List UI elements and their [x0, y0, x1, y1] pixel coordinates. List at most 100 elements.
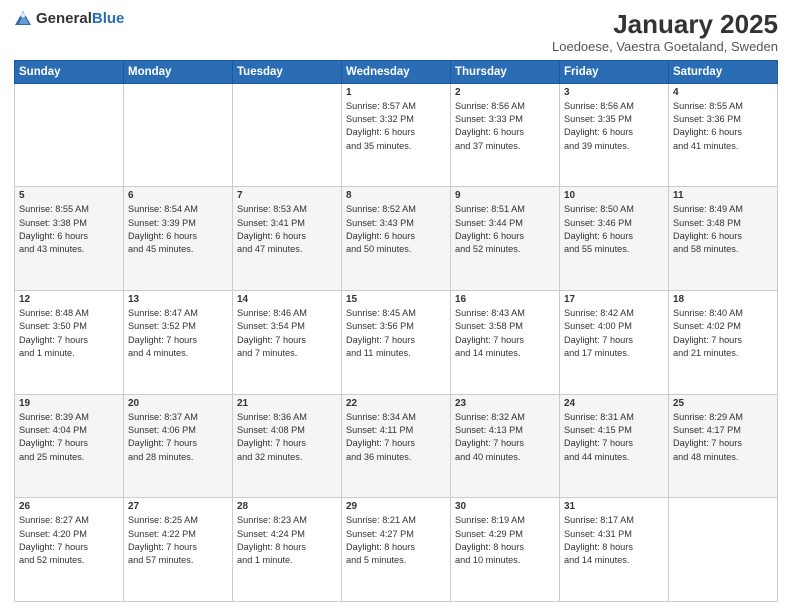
day-info: Sunrise: 8:54 AM Sunset: 3:39 PM Dayligh…	[128, 203, 228, 256]
calendar-cell: 21 Sunrise: 8:36 AM Sunset: 4:08 PM Dayli…	[233, 394, 342, 498]
day-info: Sunrise: 8:57 AM Sunset: 3:32 PM Dayligh…	[346, 100, 446, 153]
calendar-cell: 9 Sunrise: 8:51 AM Sunset: 3:44 PM Daylig…	[451, 187, 560, 291]
page: GeneralBlue January 2025 Loedoese, Vaest…	[0, 0, 792, 612]
day-info: Sunrise: 8:42 AM Sunset: 4:00 PM Dayligh…	[564, 307, 664, 360]
day-info: Sunrise: 8:17 AM Sunset: 4:31 PM Dayligh…	[564, 514, 664, 567]
day-info: Sunrise: 8:36 AM Sunset: 4:08 PM Dayligh…	[237, 411, 337, 464]
day-number: 25	[673, 398, 773, 409]
calendar-cell: 26Sunrise: 8:27 AM Sunset: 4:20 PM Dayli…	[15, 498, 124, 602]
day-info: Sunrise: 8:31 AM Sunset: 4:15 PM Dayligh…	[564, 411, 664, 464]
day-number: 19	[19, 398, 119, 409]
calendar-cell: 25Sunrise: 8:29 AM Sunset: 4:17 PM Dayli…	[669, 394, 778, 498]
calendar-cell	[15, 83, 124, 187]
page-title: January 2025	[552, 10, 778, 39]
calendar-cell: 27 Sunrise: 8:25 AM Sunset: 4:22 PM Dayli…	[124, 498, 233, 602]
calendar-cell: 14Sunrise: 8:46 AM Sunset: 3:54 PM Dayli…	[233, 290, 342, 394]
day-info: Sunrise: 8:47 AM Sunset: 3:52 PM Dayligh…	[128, 307, 228, 360]
day-number: 10	[564, 190, 664, 201]
day-info: Sunrise: 8:32 AM Sunset: 4:13 PM Dayligh…	[455, 411, 555, 464]
day-info: Sunrise: 8:37 AM Sunset: 4:06 PM Dayligh…	[128, 411, 228, 464]
calendar-cell: 7Sunrise: 8:53 AM Sunset: 3:41 PM Daylig…	[233, 187, 342, 291]
calendar-cell	[124, 83, 233, 187]
day-info: Sunrise: 8:51 AM Sunset: 3:44 PM Dayligh…	[455, 203, 555, 256]
day-number: 1	[346, 87, 446, 98]
logo-general: General	[36, 10, 92, 27]
calendar-day-header: Tuesday	[233, 60, 342, 83]
day-number: 22	[346, 398, 446, 409]
day-info: Sunrise: 8:19 AM Sunset: 4:29 PM Dayligh…	[455, 514, 555, 567]
calendar-day-header: Thursday	[451, 60, 560, 83]
calendar-week-row: 5 Sunrise: 8:55 AM Sunset: 3:38 PM Daylig…	[15, 187, 778, 291]
calendar-table: SundayMondayTuesdayWednesdayThursdayFrid…	[14, 60, 778, 602]
calendar-cell: 3 Sunrise: 8:56 AM Sunset: 3:35 PM Daylig…	[560, 83, 669, 187]
day-info: Sunrise: 8:45 AM Sunset: 3:56 PM Dayligh…	[346, 307, 446, 360]
day-number: 17	[564, 294, 664, 305]
day-number: 26	[19, 501, 119, 512]
logo-text: GeneralBlue	[36, 10, 124, 28]
calendar-cell: 19 Sunrise: 8:39 AM Sunset: 4:04 PM Dayli…	[15, 394, 124, 498]
day-info: Sunrise: 8:52 AM Sunset: 3:43 PM Dayligh…	[346, 203, 446, 256]
day-info: Sunrise: 8:56 AM Sunset: 3:33 PM Dayligh…	[455, 100, 555, 153]
day-number: 16	[455, 294, 555, 305]
logo-blue: Blue	[92, 10, 125, 27]
day-number: 27	[128, 501, 228, 512]
day-info: Sunrise: 8:50 AM Sunset: 3:46 PM Dayligh…	[564, 203, 664, 256]
day-number: 12	[19, 294, 119, 305]
day-number: 9	[455, 190, 555, 201]
day-number: 13	[128, 294, 228, 305]
day-info: Sunrise: 8:43 AM Sunset: 3:58 PM Dayligh…	[455, 307, 555, 360]
day-number: 20	[128, 398, 228, 409]
calendar-cell: 5 Sunrise: 8:55 AM Sunset: 3:38 PM Daylig…	[15, 187, 124, 291]
day-number: 30	[455, 501, 555, 512]
day-number: 24	[564, 398, 664, 409]
day-info: Sunrise: 8:49 AM Sunset: 3:48 PM Dayligh…	[673, 203, 773, 256]
day-number: 3	[564, 87, 664, 98]
day-number: 21	[237, 398, 337, 409]
day-info: Sunrise: 8:25 AM Sunset: 4:22 PM Dayligh…	[128, 514, 228, 567]
day-number: 6	[128, 190, 228, 201]
day-number: 15	[346, 294, 446, 305]
calendar-cell	[233, 83, 342, 187]
day-info: Sunrise: 8:53 AM Sunset: 3:41 PM Dayligh…	[237, 203, 337, 256]
calendar-cell: 15 Sunrise: 8:45 AM Sunset: 3:56 PM Dayli…	[342, 290, 451, 394]
day-info: Sunrise: 8:56 AM Sunset: 3:35 PM Dayligh…	[564, 100, 664, 153]
calendar-cell: 2 Sunrise: 8:56 AM Sunset: 3:33 PM Daylig…	[451, 83, 560, 187]
page-subtitle: Loedoese, Vaestra Goetaland, Sweden	[552, 39, 778, 54]
calendar-cell: 11 Sunrise: 8:49 AM Sunset: 3:48 PM Dayli…	[669, 187, 778, 291]
calendar-cell: 31 Sunrise: 8:17 AM Sunset: 4:31 PM Dayli…	[560, 498, 669, 602]
day-info: Sunrise: 8:48 AM Sunset: 3:50 PM Dayligh…	[19, 307, 119, 360]
calendar-day-header: Sunday	[15, 60, 124, 83]
day-number: 11	[673, 190, 773, 201]
day-number: 18	[673, 294, 773, 305]
calendar-cell: 6 Sunrise: 8:54 AM Sunset: 3:39 PM Daylig…	[124, 187, 233, 291]
title-block: January 2025 Loedoese, Vaestra Goetaland…	[552, 10, 778, 54]
calendar-day-header: Wednesday	[342, 60, 451, 83]
day-number: 4	[673, 87, 773, 98]
calendar-cell: 28Sunrise: 8:23 AM Sunset: 4:24 PM Dayli…	[233, 498, 342, 602]
day-info: Sunrise: 8:39 AM Sunset: 4:04 PM Dayligh…	[19, 411, 119, 464]
day-number: 31	[564, 501, 664, 512]
calendar-cell: 8Sunrise: 8:52 AM Sunset: 3:43 PM Daylig…	[342, 187, 451, 291]
calendar-week-row: 1 Sunrise: 8:57 AM Sunset: 3:32 PM Daylig…	[15, 83, 778, 187]
day-info: Sunrise: 8:55 AM Sunset: 3:38 PM Dayligh…	[19, 203, 119, 256]
calendar-cell: 22 Sunrise: 8:34 AM Sunset: 4:11 PM Dayli…	[342, 394, 451, 498]
calendar-cell: 24 Sunrise: 8:31 AM Sunset: 4:15 PM Dayli…	[560, 394, 669, 498]
calendar-cell: 16 Sunrise: 8:43 AM Sunset: 3:58 PM Dayli…	[451, 290, 560, 394]
calendar-day-header: Friday	[560, 60, 669, 83]
calendar-cell: 17 Sunrise: 8:42 AM Sunset: 4:00 PM Dayli…	[560, 290, 669, 394]
day-number: 23	[455, 398, 555, 409]
calendar-cell: 4Sunrise: 8:55 AM Sunset: 3:36 PM Daylig…	[669, 83, 778, 187]
calendar-cell: 30 Sunrise: 8:19 AM Sunset: 4:29 PM Dayli…	[451, 498, 560, 602]
day-number: 2	[455, 87, 555, 98]
calendar-week-row: 26Sunrise: 8:27 AM Sunset: 4:20 PM Dayli…	[15, 498, 778, 602]
calendar-cell: 20 Sunrise: 8:37 AM Sunset: 4:06 PM Dayli…	[124, 394, 233, 498]
calendar-week-row: 12 Sunrise: 8:48 AM Sunset: 3:50 PM Dayli…	[15, 290, 778, 394]
calendar-cell: 12 Sunrise: 8:48 AM Sunset: 3:50 PM Dayli…	[15, 290, 124, 394]
calendar-week-row: 19 Sunrise: 8:39 AM Sunset: 4:04 PM Dayli…	[15, 394, 778, 498]
calendar-cell	[669, 498, 778, 602]
logo-icon	[14, 10, 32, 28]
day-number: 5	[19, 190, 119, 201]
calendar-cell: 13 Sunrise: 8:47 AM Sunset: 3:52 PM Dayli…	[124, 290, 233, 394]
day-info: Sunrise: 8:34 AM Sunset: 4:11 PM Dayligh…	[346, 411, 446, 464]
logo: GeneralBlue	[14, 10, 124, 28]
